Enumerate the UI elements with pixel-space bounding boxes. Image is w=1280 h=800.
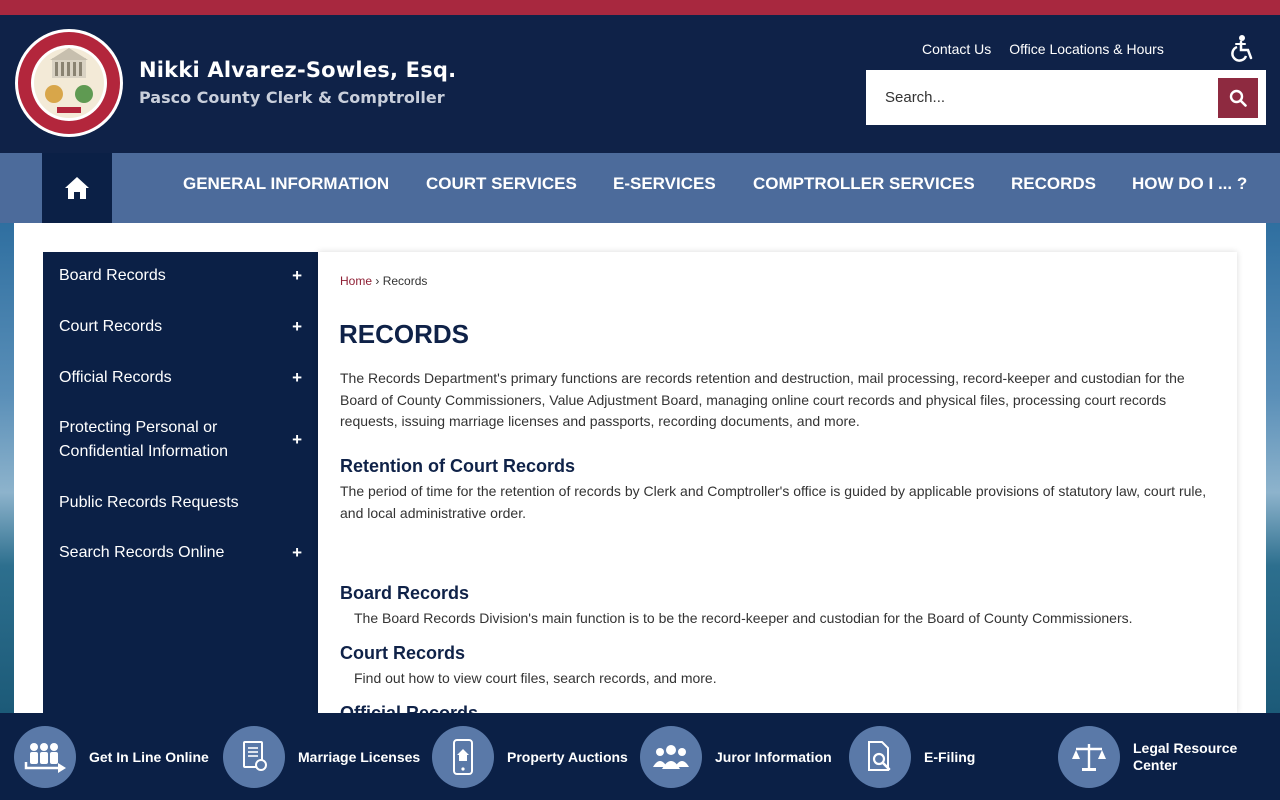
sidebar-menu: Board Records + Court Records + Official… — [43, 252, 318, 713]
mobile-house-icon — [432, 726, 494, 788]
org-subtitle: Pasco County Clerk & Comptroller — [139, 88, 445, 107]
search-box — [866, 70, 1266, 125]
sidebar-item-protecting-information[interactable]: Protecting Personal or Confidential Info… — [59, 416, 309, 464]
quick-link-juror-information[interactable]: Juror Information — [640, 726, 832, 788]
certificate-icon — [223, 726, 285, 788]
main-nav: GENERAL INFORMATION COURT SERVICES E-SER… — [0, 153, 1280, 223]
sidebar-item-public-records-requests[interactable]: Public Records Requests — [59, 491, 309, 515]
quick-link-property-auctions[interactable]: Property Auctions — [432, 726, 628, 788]
page-title: RECORDS — [339, 319, 470, 349]
scales-icon — [1058, 726, 1120, 788]
quick-link-legal-resource-center[interactable]: Legal Resource Center — [1058, 726, 1248, 788]
expand-icon[interactable]: + — [292, 541, 302, 565]
nav-e-services[interactable]: E-SERVICES — [613, 174, 716, 194]
intro-paragraph: The Records Department's primary functio… — [340, 370, 1185, 429]
expand-icon[interactable]: + — [292, 264, 302, 288]
accessibility-icon[interactable] — [1228, 34, 1254, 62]
sidebar-item-official-records[interactable]: Official Records + — [59, 366, 309, 390]
county-seal-logo[interactable] — [14, 28, 124, 138]
nav-court-services[interactable]: COURT SERVICES — [426, 174, 577, 194]
quick-link-label: Property Auctions — [507, 748, 628, 765]
quick-link-label: Legal Resource Center — [1133, 740, 1238, 773]
section-heading-board-records[interactable]: Board Records — [340, 583, 469, 604]
search-input[interactable] — [866, 70, 1216, 125]
quick-link-get-in-line[interactable]: Get In Line Online — [14, 726, 209, 788]
breadcrumb: Home › Records — [340, 274, 427, 288]
search-button[interactable] — [1218, 78, 1258, 118]
quick-link-marriage-licenses[interactable]: Marriage Licenses — [223, 726, 420, 788]
nav-general-information[interactable]: GENERAL INFORMATION — [183, 174, 389, 194]
main-content: Home › Records RECORDS The Records Depar… — [318, 252, 1237, 713]
quick-link-label: Marriage Licenses — [298, 748, 421, 765]
section-desc-court-records: Find out how to view court files, search… — [354, 670, 717, 686]
group-icon — [640, 726, 702, 788]
section-heading-court-records[interactable]: Court Records — [340, 643, 465, 664]
quick-link-e-filing[interactable]: E-Filing — [849, 726, 975, 788]
expand-icon[interactable]: + — [292, 428, 302, 452]
quick-link-label: Get In Line Online — [89, 748, 209, 765]
document-search-icon — [849, 726, 911, 788]
utility-links: Contact Us Office Locations & Hours — [922, 41, 1164, 57]
nav-comptroller-services[interactable]: COMPTROLLER SERVICES — [753, 174, 975, 194]
expand-icon[interactable]: + — [292, 315, 302, 339]
contact-us-link[interactable]: Contact Us — [922, 41, 991, 57]
sidebar-item-search-records-online[interactable]: Search Records Online + — [59, 541, 309, 565]
retention-heading: Retention of Court Records — [340, 456, 576, 476]
sidebar-item-label: Protecting Personal or Confidential Info… — [59, 419, 228, 460]
sidebar-item-label: Public Records Requests — [59, 494, 239, 511]
sidebar-item-label: Official Records — [59, 369, 172, 386]
retention-paragraph: The period of time for the retention of … — [340, 483, 1207, 521]
quick-link-label: Juror Information — [715, 748, 832, 765]
quick-links-bar: Get In Line Online Marriage Licenses Pro… — [0, 713, 1280, 800]
sidebar-item-board-records[interactable]: Board Records + — [59, 264, 309, 288]
breadcrumb-current: Records — [382, 274, 428, 288]
expand-icon[interactable]: + — [292, 366, 302, 390]
nav-records[interactable]: RECORDS — [1011, 174, 1096, 194]
people-queue-icon — [14, 726, 76, 788]
top-accent-stripe — [0, 0, 1280, 15]
sidebar-item-label: Search Records Online — [59, 544, 225, 561]
sidebar-item-label: Court Records — [59, 318, 163, 335]
sidebar-item-court-records[interactable]: Court Records + — [59, 315, 309, 339]
section-heading-official-records[interactable]: Official Records — [340, 703, 478, 713]
breadcrumb-home-link[interactable]: Home — [340, 274, 372, 288]
section-desc-board-records: The Board Records Division's main functi… — [354, 610, 1133, 626]
nav-how-do-i[interactable]: HOW DO I ... ? — [1132, 174, 1247, 194]
org-name: Nikki Alvarez-Sowles, Esq. — [139, 58, 457, 82]
sidebar-item-label: Board Records — [59, 267, 166, 284]
breadcrumb-separator: › — [375, 274, 380, 288]
search-icon — [1229, 89, 1247, 107]
office-locations-link[interactable]: Office Locations & Hours — [1009, 41, 1164, 57]
quick-link-label: E-Filing — [924, 748, 976, 765]
